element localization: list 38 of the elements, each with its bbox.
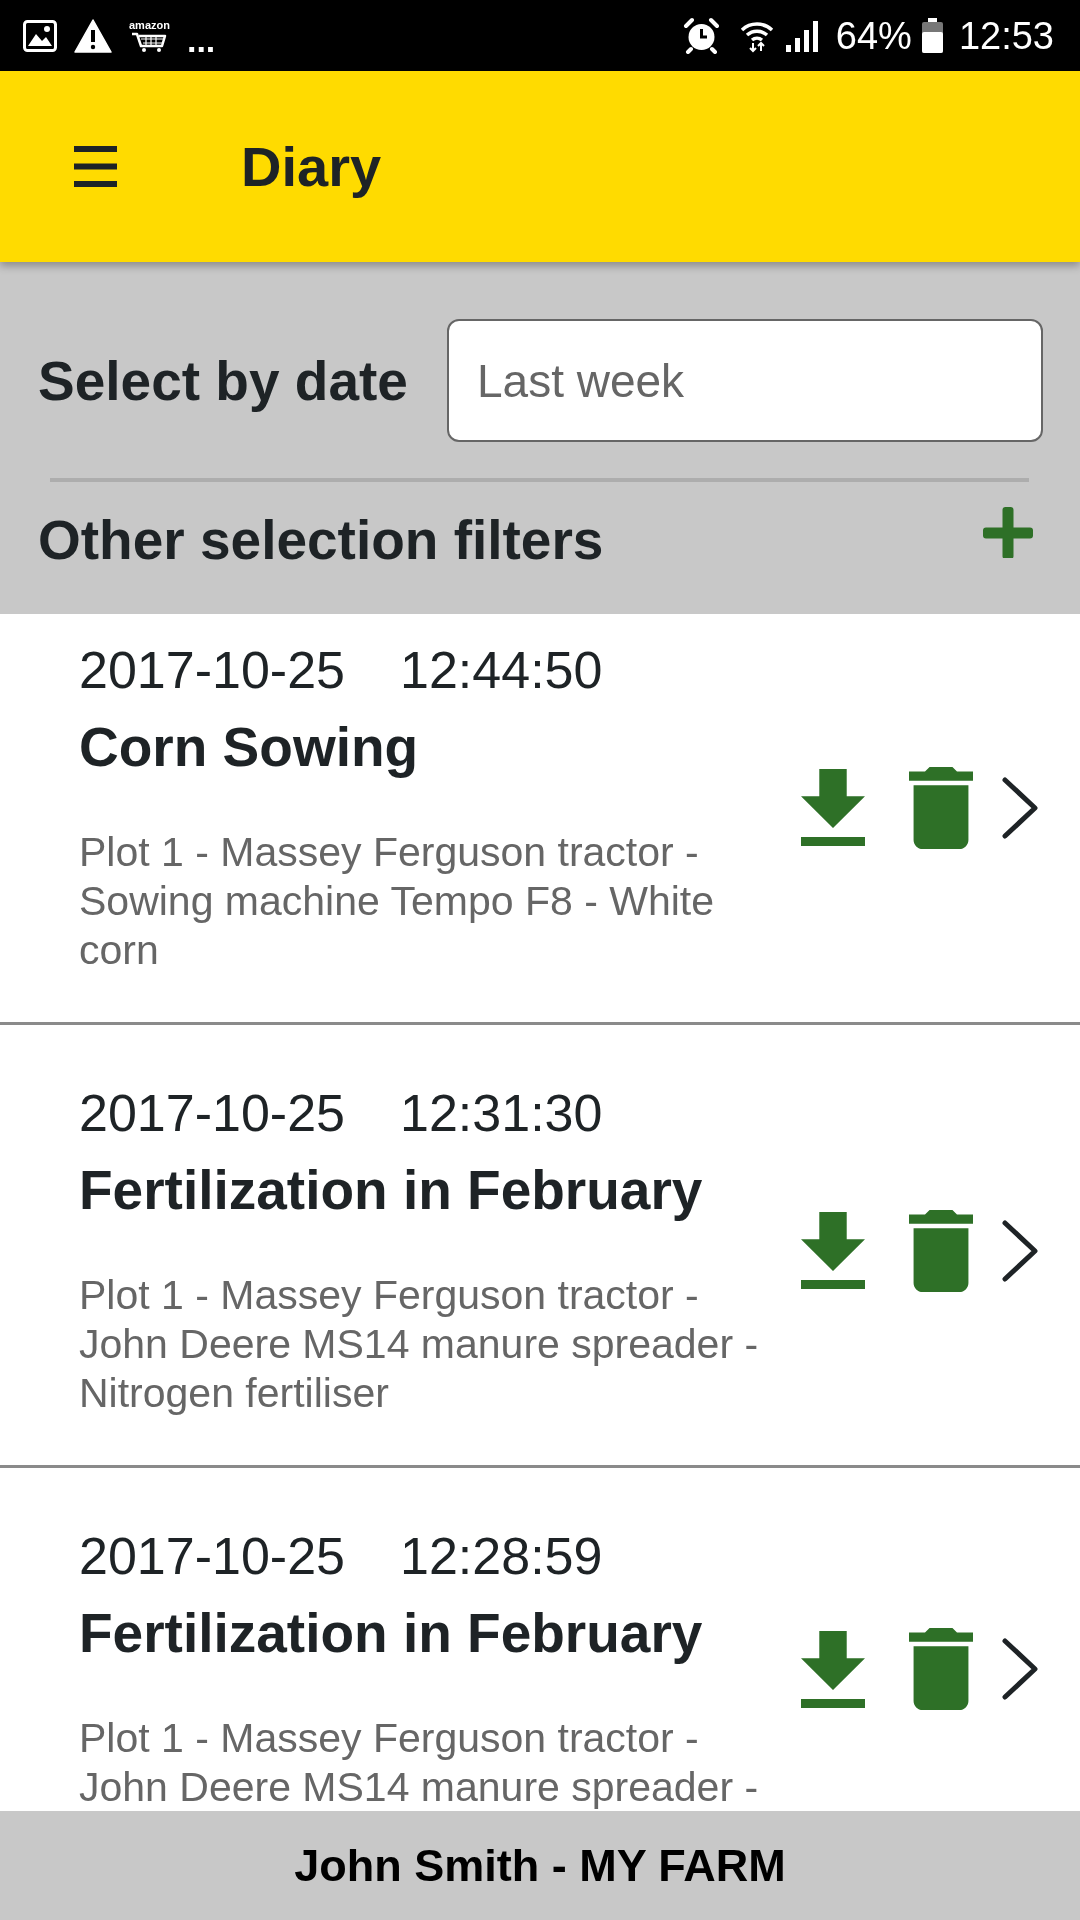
entry-title: Fertilization in February	[79, 1601, 704, 1666]
entry-description: Plot 1 - Massey Ferguson tractor - John Deere MS14 manure spreader - Nitrogen fertiliser	[79, 1271, 760, 1418]
date-filter-label: Select by date	[38, 348, 408, 413]
image-icon	[23, 19, 57, 52]
entry-date: 2017-10-25	[79, 1526, 345, 1586]
status-time: 12:53	[958, 13, 1054, 58]
chevron-right-icon[interactable]	[1002, 776, 1038, 839]
battery-percentage: 64%	[835, 13, 912, 58]
add-icon[interactable]	[983, 506, 1033, 558]
notification-app-name: amazon	[129, 18, 170, 31]
entry-time: 12:44:50	[400, 640, 603, 700]
signal-icon	[784, 19, 821, 52]
battery-icon	[920, 18, 944, 53]
entry-description: Plot 1 - Massey Ferguson tractor - Sowing machine Tempo F8 - White corn	[79, 828, 716, 975]
menu-icon[interactable]	[74, 146, 117, 187]
warning-icon	[74, 18, 112, 53]
app-title: Diary	[241, 133, 382, 200]
entry-date: 2017-10-25	[79, 1083, 345, 1143]
delete-icon[interactable]	[909, 1628, 973, 1710]
entry-description: Plot 1 - Massey Ferguson tractor - John Deere MS14 manure spreader -	[79, 1714, 760, 1811]
shopping-cart-icon	[131, 30, 168, 53]
chevron-right-icon[interactable]	[1002, 1638, 1038, 1700]
entry-time: 12:28:59	[400, 1526, 603, 1586]
other-filters-label: Other selection filters	[38, 508, 604, 572]
entry-title: Fertilization in February	[79, 1158, 704, 1223]
delete-icon[interactable]	[909, 1209, 973, 1292]
user-farm-label: John Smith - MY FARM	[294, 1838, 786, 1893]
more-notifications-indicator: ...	[186, 19, 216, 60]
chevron-right-icon[interactable]	[1002, 1219, 1038, 1282]
download-icon[interactable]	[801, 769, 865, 846]
entry-title: Corn Sowing	[79, 715, 420, 780]
download-icon[interactable]	[801, 1212, 865, 1289]
delete-icon[interactable]	[909, 766, 973, 849]
alarm-clock-icon	[682, 17, 720, 54]
entry-date: 2017-10-25	[79, 640, 345, 700]
date-field[interactable]: Last week	[447, 319, 1043, 442]
entry-time: 12:31:30	[400, 1083, 603, 1143]
download-icon[interactable]	[801, 1630, 865, 1708]
